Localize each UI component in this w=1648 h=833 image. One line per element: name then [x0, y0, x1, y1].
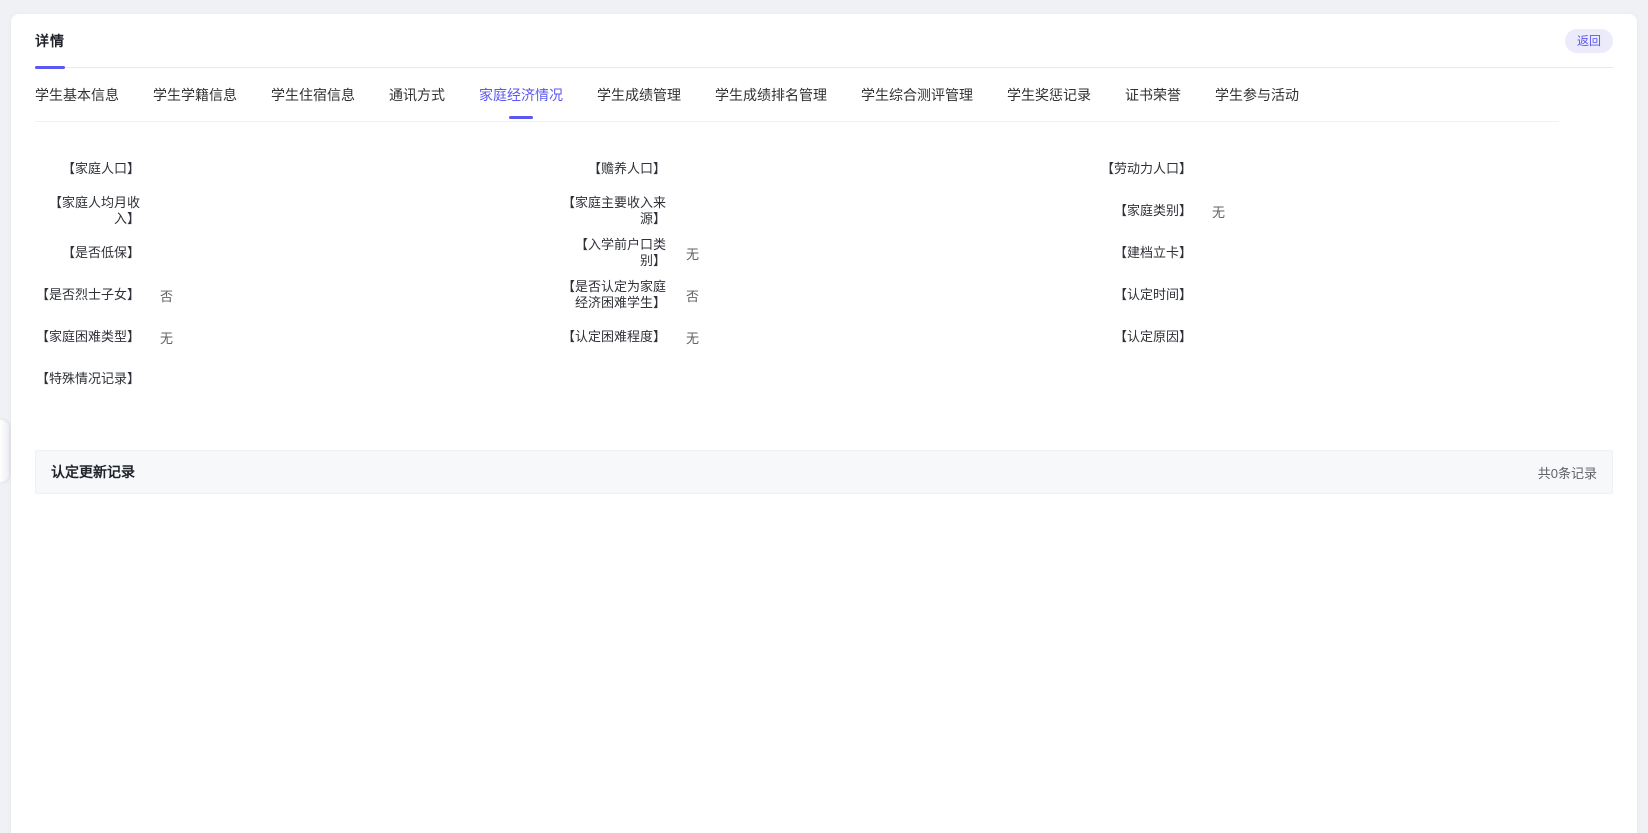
card-header: 详情 返回: [35, 14, 1613, 68]
page-title: 详情: [35, 31, 65, 51]
form-row: 【是否烈士子女】 否 【是否认定为家庭经济困难学生】 否 【认定时间】: [35, 274, 1613, 316]
field-value: [160, 161, 174, 177]
form-field: 【认定原因】: [1087, 316, 1613, 358]
field-value: 无: [1212, 202, 1226, 221]
back-button[interactable]: 返回: [1565, 29, 1613, 53]
tab-item[interactable]: 学生成绩排名管理: [715, 68, 827, 121]
tab-item[interactable]: 家庭经济情况: [479, 68, 563, 121]
form-field: 【家庭人口】: [35, 148, 561, 190]
form-field: 【劳动力人口】: [1087, 148, 1613, 190]
form-field: 【认定时间】: [1087, 274, 1613, 316]
tab-item[interactable]: 通讯方式: [389, 68, 445, 121]
field-label: 【认定原因】: [1087, 329, 1192, 345]
field-value: [1212, 245, 1226, 261]
form-row: 【家庭人均月收入】 【家庭主要收入来源】 【家庭类别】 无: [35, 190, 1613, 232]
record-section-bar: 认定更新记录 共0条记录: [35, 450, 1613, 494]
form-field: 【特殊情况记录】: [35, 358, 561, 400]
tab-label: 学生基本信息: [35, 85, 119, 105]
form-field-empty: [1087, 358, 1613, 400]
tab-label: 学生参与活动: [1215, 85, 1299, 105]
record-count-text: 共0条记录: [1538, 463, 1597, 482]
form-field: 【认定困难程度】 无: [561, 316, 1087, 358]
tab-item[interactable]: 学生参与活动: [1215, 68, 1299, 121]
drawer-handle[interactable]: [0, 420, 9, 482]
tab-label: 学生住宿信息: [271, 85, 355, 105]
tab-label: 学生综合测评管理: [861, 85, 973, 105]
field-label: 【家庭人均月收入】: [35, 195, 140, 227]
form-field: 【赡养人口】: [561, 148, 1087, 190]
field-value: [1212, 329, 1226, 345]
form-field: 【家庭人均月收入】: [35, 190, 561, 232]
form-field: 【建档立卡】: [1087, 232, 1613, 274]
field-label: 【建档立卡】: [1087, 245, 1192, 261]
field-value: [160, 245, 174, 261]
tab-label: 证书荣誉: [1125, 85, 1181, 105]
field-value: [160, 203, 174, 219]
field-value: 无: [160, 328, 174, 347]
field-label: 【家庭主要收入来源】: [561, 195, 666, 227]
tab-label: 通讯方式: [389, 85, 445, 105]
field-value: [1212, 161, 1226, 177]
field-label: 【认定时间】: [1087, 287, 1192, 303]
field-label: 【赡养人口】: [561, 161, 666, 177]
field-value: 无: [686, 244, 700, 263]
form-field: 【是否烈士子女】 否: [35, 274, 561, 316]
form-row: 【家庭人口】 【赡养人口】 【劳动力人口】: [35, 148, 1613, 190]
field-label: 【是否认定为家庭经济困难学生】: [561, 279, 666, 311]
form-field: 【是否认定为家庭经济困难学生】 否: [561, 274, 1087, 316]
active-tab-indicator: [509, 116, 533, 119]
form-row: 【是否低保】 【入学前户口类别】 无 【建档立卡】: [35, 232, 1613, 274]
detail-card: 详情 返回 学生基本信息 学生学籍信息 学生住宿信息 通讯方式 家庭经济情况 学…: [11, 14, 1637, 833]
field-label: 【劳动力人口】: [1087, 161, 1192, 177]
form-field: 【入学前户口类别】 无: [561, 232, 1087, 274]
tab-item[interactable]: 证书荣誉: [1125, 68, 1181, 121]
tab-item[interactable]: 学生学籍信息: [153, 68, 237, 121]
record-section-title: 认定更新记录: [51, 462, 135, 482]
tab-item[interactable]: 学生综合测评管理: [861, 68, 973, 121]
field-value: 否: [160, 286, 174, 305]
field-value: 否: [686, 286, 700, 305]
field-label: 【特殊情况记录】: [35, 371, 140, 387]
form-field: 【家庭类别】 无: [1087, 190, 1613, 232]
form-field: 【家庭主要收入来源】: [561, 190, 1087, 232]
form-field: 【家庭困难类型】 无: [35, 316, 561, 358]
tab-label: 家庭经济情况: [479, 85, 563, 105]
field-value: [160, 371, 174, 387]
field-value: 无: [686, 328, 700, 347]
field-label: 【家庭人口】: [35, 161, 140, 177]
tab-label: 学生成绩排名管理: [715, 85, 827, 105]
form-row: 【家庭困难类型】 无 【认定困难程度】 无 【认定原因】: [35, 316, 1613, 358]
field-label: 【认定困难程度】: [561, 329, 666, 345]
field-value: [686, 203, 700, 219]
field-value: [1212, 287, 1226, 303]
tab-item[interactable]: 学生成绩管理: [597, 68, 681, 121]
tab-label: 学生奖惩记录: [1007, 85, 1091, 105]
tab-item[interactable]: 学生住宿信息: [271, 68, 355, 121]
form-row: 【特殊情况记录】: [35, 358, 1613, 400]
tab-item[interactable]: 学生奖惩记录: [1007, 68, 1091, 121]
tab-item[interactable]: 学生基本信息: [35, 68, 119, 121]
form-field-empty: [561, 358, 1087, 400]
field-label: 【家庭类别】: [1087, 203, 1192, 219]
tab-label: 学生成绩管理: [597, 85, 681, 105]
field-label: 【是否烈士子女】: [35, 287, 140, 303]
field-label: 【家庭困难类型】: [35, 329, 140, 345]
field-label: 【入学前户口类别】: [561, 237, 666, 269]
tab-bar: 学生基本信息 学生学籍信息 学生住宿信息 通讯方式 家庭经济情况 学生成绩管理 …: [35, 68, 1559, 122]
field-value: [686, 161, 700, 177]
family-economic-form: 【家庭人口】 【赡养人口】 【劳动力人口】 【家庭人均月收入】 【家庭主要收入来…: [35, 122, 1613, 400]
form-field: 【是否低保】: [35, 232, 561, 274]
tab-label: 学生学籍信息: [153, 85, 237, 105]
field-label: 【是否低保】: [35, 245, 140, 261]
